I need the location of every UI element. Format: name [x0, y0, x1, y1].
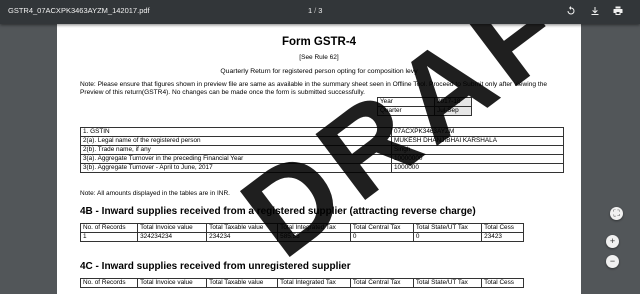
- col-header: Total Taxable value: [206, 278, 279, 288]
- rule-reference: [See Rule 62]: [299, 54, 339, 61]
- fit-page-icon: ⛶: [613, 208, 620, 218]
- rotate-icon[interactable]: [565, 5, 577, 17]
- year-value: 2017-18: [434, 97, 472, 107]
- table-cell: 0: [412, 232, 483, 242]
- turnover-april-june-value: 1000000: [391, 163, 564, 173]
- table-header-row: No. of Records Total Invoice value Total…: [79, 278, 524, 288]
- amount-note: Note: All amounts displayed in the table…: [80, 190, 230, 197]
- preview-note: Note: Please ensure that figures shown i…: [80, 81, 548, 96]
- zoom-in-icon: +: [609, 236, 616, 246]
- col-header: Total Cess: [481, 278, 524, 288]
- year-quarter-table: Year 2017-18 Quarter Jul-Sep: [377, 97, 472, 116]
- gstin-label: 1. GSTIN: [80, 127, 392, 137]
- col-header: Total Invoice value: [137, 278, 208, 288]
- print-icon[interactable]: [612, 5, 624, 17]
- col-header: Total State/UT Tax: [412, 278, 483, 288]
- col-header: Total Taxable value: [206, 223, 279, 233]
- table-cell: 23423: [481, 232, 524, 242]
- quarter-label: Quarter: [377, 106, 435, 116]
- col-header: Total Integrated Tax: [277, 223, 351, 233]
- table-cell: 1: [79, 232, 139, 242]
- pdf-page: Form GSTR-4 [See Rule 62] Quarterly Retu…: [57, 24, 581, 294]
- turnover-april-june-label: 3(b). Aggregate Turnover - April to June…: [80, 163, 392, 173]
- turnover-preceding-value: 10000000: [391, 154, 564, 164]
- table-cell: 585.58: [277, 232, 351, 242]
- total-pages: 3: [318, 6, 323, 15]
- pdf-toolbar: GSTR4_07ACXPK3463AYZM_142017.pdf 1/3: [0, 0, 640, 24]
- table-row: 1 324234234 234234 585.58 0 0 23423: [79, 232, 524, 242]
- file-name: GSTR4_07ACXPK3463AYZM_142017.pdf: [8, 6, 150, 15]
- fit-page-button[interactable]: ⛶: [610, 207, 623, 220]
- legal-name-value: MUKESH DHANJIBHAI KARSHALA: [391, 136, 564, 146]
- table-header-row: No. of Records Total Invoice value Total…: [79, 223, 524, 233]
- table-4c: No. of Records Total Invoice value Total…: [79, 278, 524, 288]
- table-row: 3(b). Aggregate Turnover - April to June…: [80, 163, 564, 173]
- table-row: 1. GSTIN 07ACXPK3463AYZM: [80, 127, 564, 137]
- col-header: Total Integrated Tax: [277, 278, 351, 288]
- section-4c-title: 4C - Inward supplies received from unreg…: [80, 261, 351, 272]
- col-header: Total State/UT Tax: [412, 223, 483, 233]
- table-row: 2(a). Legal name of the registered perso…: [80, 136, 564, 146]
- table-cell: 234234: [206, 232, 279, 242]
- gstin-value: 07ACXPK3463AYZM: [391, 127, 564, 137]
- gstin-details-table: 1. GSTIN 07ACXPK3463AYZM 2(a). Legal nam…: [80, 127, 564, 173]
- legal-name-label: 2(a). Legal name of the registered perso…: [80, 136, 392, 146]
- year-label: Year: [377, 97, 435, 107]
- zoom-out-icon: −: [609, 256, 616, 266]
- form-subtitle: Quarterly Return for registered person o…: [220, 68, 418, 75]
- page-indicator: 1/3: [308, 6, 322, 15]
- col-header: Total Central Tax: [349, 278, 414, 288]
- form-title: Form GSTR-4: [281, 36, 357, 48]
- table-row: 2(b). Trade name, if any Singh: [80, 145, 564, 155]
- col-header: Total Invoice value: [137, 223, 208, 233]
- section-4b-title: 4B - Inward supplies received from a reg…: [80, 206, 476, 217]
- table-row: 3(a). Aggregate Turnover in the precedin…: [80, 154, 564, 164]
- col-header: No. of Records: [79, 278, 139, 288]
- table-cell: 0: [349, 232, 414, 242]
- table-cell: 324234234: [137, 232, 208, 242]
- trade-name-value: Singh: [391, 145, 564, 155]
- current-page[interactable]: 1: [308, 6, 312, 15]
- download-icon[interactable]: [589, 5, 601, 17]
- col-header: Total Central Tax: [349, 223, 414, 233]
- quarter-value: Jul-Sep: [434, 106, 472, 116]
- page-separator: /: [314, 6, 317, 15]
- trade-name-label: 2(b). Trade name, if any: [80, 145, 392, 155]
- turnover-preceding-label: 3(a). Aggregate Turnover in the precedin…: [80, 154, 392, 164]
- col-header: No. of Records: [79, 223, 139, 233]
- col-header: Total Cess: [481, 223, 524, 233]
- table-4b: No. of Records Total Invoice value Total…: [79, 223, 524, 242]
- zoom-out-button[interactable]: −: [606, 255, 619, 268]
- zoom-in-button[interactable]: +: [606, 235, 619, 248]
